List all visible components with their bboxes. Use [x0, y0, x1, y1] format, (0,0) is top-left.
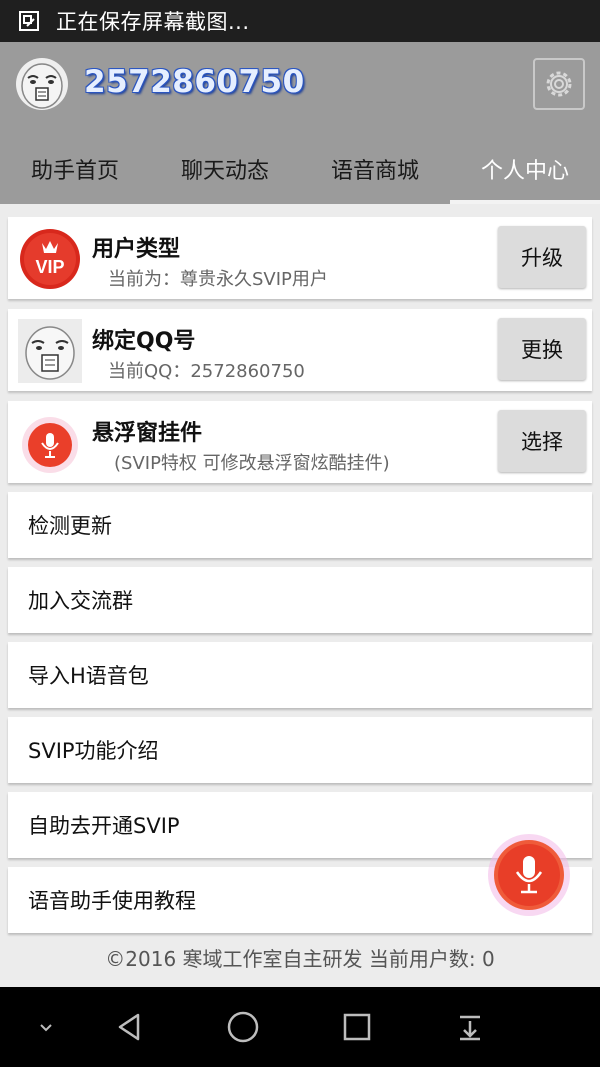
tab-chat[interactable]: 聊天动态	[150, 134, 300, 204]
status-bar: 正在保存屏幕截图...	[0, 0, 600, 42]
chevron-down-icon	[40, 1024, 52, 1032]
nav-home-button[interactable]	[223, 1007, 263, 1047]
tab-home[interactable]: 助手首页	[0, 134, 150, 204]
recents-square-icon	[343, 1013, 371, 1041]
nav-collapse-button[interactable]	[26, 1007, 66, 1047]
back-triangle-icon	[118, 1013, 140, 1041]
gear-icon	[546, 71, 572, 97]
bind-qq-title: 绑定QQ号	[92, 329, 196, 354]
header: 2572860750 助手首页 聊天动态 语音商城 个人中心	[0, 42, 600, 204]
upgrade-button[interactable]: 升级	[498, 226, 586, 288]
footer-copyright: ©2016 寒域工作室自主研发 当前用户数: 0	[105, 947, 495, 971]
microphone-icon	[22, 417, 78, 473]
user-id: 2572860750	[84, 64, 305, 100]
floating-mic-button[interactable]	[486, 832, 572, 918]
select-widget-button[interactable]: 选择	[498, 410, 586, 472]
system-nav-bar	[0, 987, 600, 1067]
meme-face-icon	[21, 63, 63, 109]
user-type-title: 用户类型	[92, 237, 181, 262]
settings-button[interactable]	[533, 58, 585, 110]
menu-join-group[interactable]: 加入交流群	[8, 567, 592, 633]
tab-personal-center[interactable]: 个人中心	[450, 134, 600, 204]
nav-recents-button[interactable]	[337, 1007, 377, 1047]
vip-badge-text: VIP	[35, 257, 64, 277]
nav-back-button[interactable]	[110, 1007, 150, 1047]
floating-widget-subtitle: (SVIP特权 可修改悬浮窗炫酷挂件)	[114, 453, 390, 474]
vip-badge-icon: VIP	[20, 229, 80, 289]
bind-qq-subtitle: 当前QQ：2572860750	[108, 361, 305, 382]
user-type-card: VIP 用户类型 当前为：尊贵永久SVIP用户 升级	[8, 217, 592, 299]
menu-svip-intro[interactable]: SVIP功能介绍	[8, 717, 592, 783]
menu-check-update[interactable]: 检测更新	[8, 492, 592, 558]
menu-import-voice-pack[interactable]: 导入H语音包	[8, 642, 592, 708]
screenshot-icon	[19, 11, 39, 31]
meme-avatar-icon	[18, 319, 82, 383]
avatar[interactable]	[16, 58, 68, 110]
nav-notification-pull-button[interactable]	[450, 1007, 490, 1047]
floating-widget-title: 悬浮窗挂件	[92, 421, 203, 446]
pull-down-icon	[460, 1015, 480, 1041]
status-text: 正在保存屏幕截图...	[56, 10, 250, 34]
floating-widget-card: 悬浮窗挂件 (SVIP特权 可修改悬浮窗炫酷挂件) 选择	[8, 401, 592, 483]
tab-store[interactable]: 语音商城	[300, 134, 450, 204]
home-circle-icon	[227, 1011, 259, 1043]
tab-bar: 助手首页 聊天动态 语音商城 个人中心	[0, 134, 600, 204]
change-qq-button[interactable]: 更换	[498, 318, 586, 380]
user-type-subtitle: 当前为：尊贵永久SVIP用户	[108, 269, 328, 290]
bind-qq-card: 绑定QQ号 当前QQ：2572860750 更换	[8, 309, 592, 391]
